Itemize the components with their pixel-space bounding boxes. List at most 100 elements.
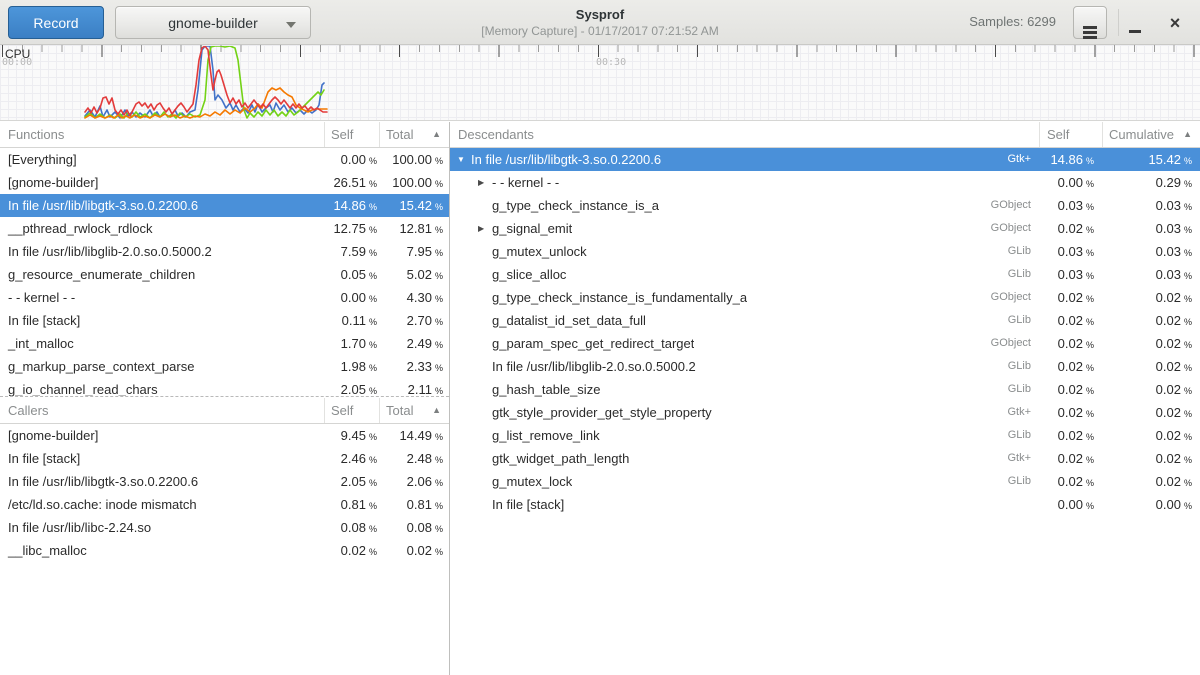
table-row[interactable]: In file [stack]2.46%2.48% <box>0 447 449 470</box>
expander-closed-icon[interactable]: ▶ <box>478 217 492 240</box>
cumulative-value: 0.02% <box>1102 286 1200 309</box>
total-value: 0.02% <box>379 539 449 562</box>
time-tick-start: 00:00 <box>2 57 32 68</box>
column-header-total[interactable]: ▲ Total <box>379 398 449 423</box>
cumulative-value: 0.03% <box>1102 263 1200 286</box>
library-badge: GObject <box>981 217 1039 240</box>
tree-row[interactable]: g_mutex_unlockGLib0.03%0.03% <box>450 240 1200 263</box>
cpu-graph[interactable]: CPU 00:00 00:30 <box>0 45 1200 121</box>
table-row[interactable]: [Everything]0.00%100.00% <box>0 148 449 171</box>
tree-row[interactable]: g_slice_allocGLib0.03%0.03% <box>450 263 1200 286</box>
record-button[interactable]: Record <box>8 6 104 39</box>
symbol-name: __libc_malloc <box>0 539 324 562</box>
expander-closed-icon[interactable]: ▶ <box>478 171 492 194</box>
tree-row[interactable]: gtk_style_provider_get_style_propertyGtk… <box>450 401 1200 424</box>
tree-row[interactable]: ▶g_signal_emitGObject0.02%0.03% <box>450 217 1200 240</box>
symbol-name: /etc/ld.so.cache: inode mismatch <box>0 493 324 516</box>
cpu-blue-line <box>85 46 324 118</box>
tree-row[interactable]: g_mutex_lockGLib0.02%0.02% <box>450 470 1200 493</box>
table-row[interactable]: g_io_channel_read_chars2.05%2.11% <box>0 378 449 397</box>
column-header-self[interactable]: Self <box>324 122 379 147</box>
column-header-total[interactable]: ▲ Total <box>379 122 449 147</box>
symbol-name: In file [stack] <box>492 493 564 516</box>
library-badge: GLib <box>998 470 1039 493</box>
table-row[interactable]: In file [stack]0.11%2.70% <box>0 309 449 332</box>
tree-row[interactable]: gtk_widget_path_lengthGtk+0.02%0.02% <box>450 447 1200 470</box>
table-row[interactable]: In file /usr/lib/libgtk-3.so.0.2200.62.0… <box>0 470 449 493</box>
symbol-name: In file /usr/lib/libglib-2.0.so.0.5000.2 <box>492 355 696 378</box>
minimize-button[interactable] <box>1122 6 1148 39</box>
total-value: 15.42% <box>379 194 449 217</box>
table-row[interactable]: [gnome-builder]26.51%100.00% <box>0 171 449 194</box>
process-selector-dropdown[interactable]: gnome-builder <box>115 6 311 39</box>
symbol-name: [gnome-builder] <box>0 171 324 194</box>
table-row[interactable]: In file /usr/lib/libgtk-3.so.0.2200.614.… <box>0 194 449 217</box>
table-row[interactable]: In file /usr/lib/libc-2.24.so0.08%0.08% <box>0 516 449 539</box>
self-value: 1.98% <box>324 355 379 378</box>
self-value: 1.70% <box>324 332 379 355</box>
menu-button[interactable] <box>1073 6 1107 39</box>
expander-open-icon[interactable]: ▼ <box>457 148 471 171</box>
symbol-name: In file /usr/lib/libc-2.24.so <box>0 516 324 539</box>
column-header-total-label: Total <box>386 127 413 142</box>
column-header-self[interactable]: Self <box>1039 122 1102 147</box>
self-value: 0.03% <box>1039 263 1102 286</box>
tree-row[interactable]: In file /usr/lib/libglib-2.0.so.0.5000.2… <box>450 355 1200 378</box>
column-header-descendants[interactable]: Descendants <box>450 122 1039 147</box>
table-row[interactable]: g_markup_parse_context_parse1.98%2.33% <box>0 355 449 378</box>
total-value: 100.00% <box>379 148 449 171</box>
self-value: 0.03% <box>1039 240 1102 263</box>
table-row[interactable]: [gnome-builder]9.45%14.49% <box>0 424 449 447</box>
table-row[interactable]: - - kernel - -0.00%4.30% <box>0 286 449 309</box>
tree-row[interactable]: g_type_check_instance_is_aGObject0.03%0.… <box>450 194 1200 217</box>
close-button[interactable]: × <box>1158 6 1192 39</box>
self-value: 7.59% <box>324 240 379 263</box>
tree-row[interactable]: g_type_check_instance_is_fundamentally_a… <box>450 286 1200 309</box>
samples-count: Samples: 6299 <box>969 14 1056 29</box>
symbol-name: g_mutex_lock <box>492 470 572 493</box>
table-row[interactable]: /etc/ld.so.cache: inode mismatch0.81%0.8… <box>0 493 449 516</box>
table-row[interactable]: In file /usr/lib/libglib-2.0.so.0.5000.2… <box>0 240 449 263</box>
self-value: 0.11% <box>324 309 379 332</box>
symbol-name: [gnome-builder] <box>0 424 324 447</box>
self-value: 0.02% <box>1039 355 1102 378</box>
tree-row[interactable]: g_list_remove_linkGLib0.02%0.02% <box>450 424 1200 447</box>
self-value: 12.75% <box>324 217 379 240</box>
column-header-functions[interactable]: Functions <box>0 122 324 147</box>
chevron-down-icon <box>286 22 296 28</box>
self-value: 14.86% <box>1039 148 1102 171</box>
tree-row[interactable]: ▶- - kernel - -0.00%0.29% <box>450 171 1200 194</box>
tree-row[interactable]: g_param_spec_get_redirect_targetGObject0… <box>450 332 1200 355</box>
cumulative-value: 0.03% <box>1102 240 1200 263</box>
total-value: 5.02% <box>379 263 449 286</box>
table-row[interactable]: __pthread_rwlock_rdlock12.75%12.81% <box>0 217 449 240</box>
column-header-callers[interactable]: Callers <box>0 398 324 423</box>
symbol-name: In file [stack] <box>0 309 324 332</box>
cumulative-value: 0.03% <box>1102 194 1200 217</box>
window-controls-separator <box>1118 9 1119 36</box>
tree-row[interactable]: In file [stack]0.00%0.00% <box>450 493 1200 516</box>
time-tick-mid: 00:30 <box>596 57 626 68</box>
cumulative-value: 0.29% <box>1102 171 1200 194</box>
cumulative-value: 0.02% <box>1102 424 1200 447</box>
column-header-self[interactable]: Self <box>324 398 379 423</box>
self-value: 0.08% <box>324 516 379 539</box>
column-header-cumulative[interactable]: ▲ Cumulative <box>1102 122 1200 147</box>
column-header-cumulative-label: Cumulative <box>1109 127 1174 142</box>
tree-row[interactable]: g_datalist_id_set_data_fullGLib0.02%0.02… <box>450 309 1200 332</box>
total-value: 7.95% <box>379 240 449 263</box>
symbol-name: g_io_channel_read_chars <box>0 378 324 397</box>
tree-row[interactable]: ▼In file /usr/lib/libgtk-3.so.0.2200.6Gt… <box>450 148 1200 171</box>
self-value: 0.02% <box>1039 401 1102 424</box>
total-value: 2.11% <box>379 378 449 397</box>
tree-row[interactable]: g_hash_table_sizeGLib0.02%0.02% <box>450 378 1200 401</box>
callers-panel: Callers Self ▲ Total [gnome-builder]9.45… <box>0 398 449 562</box>
total-value: 12.81% <box>379 217 449 240</box>
table-row[interactable]: _int_malloc1.70%2.49% <box>0 332 449 355</box>
library-badge: GLib <box>998 424 1039 447</box>
library-badge: Gtk+ <box>997 447 1039 470</box>
table-row[interactable]: g_resource_enumerate_children0.05%5.02% <box>0 263 449 286</box>
table-row[interactable]: __libc_malloc0.02%0.02% <box>0 539 449 562</box>
cpu-green-line <box>85 46 324 118</box>
self-value: 0.02% <box>1039 447 1102 470</box>
